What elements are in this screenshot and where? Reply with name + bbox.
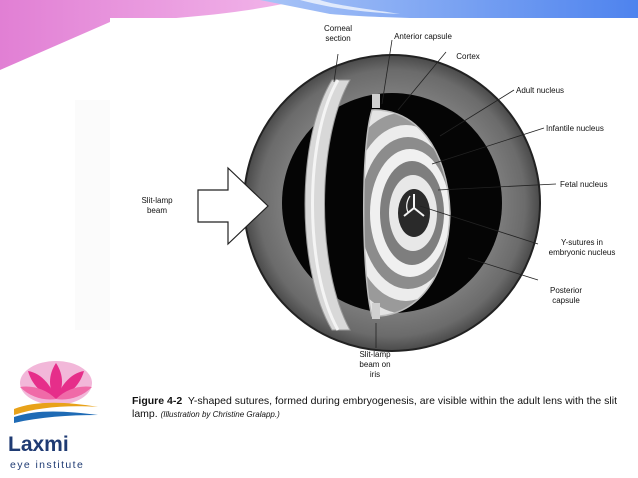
label-slit-lamp-beam: Slit-lamp beam xyxy=(141,196,173,215)
logo-tagline: eye institute xyxy=(10,459,85,471)
slide: Corneal section Anterior capsule Cortex … xyxy=(0,0,638,478)
figure-caption: Figure 4-2 Y-shaped sutures, formed duri… xyxy=(132,395,632,421)
label-fetal-nucleus: Fetal nucleus xyxy=(560,180,608,189)
label-slit-lamp-beam-on-iris: Slit-lamp beam on iris xyxy=(359,350,391,379)
label-anterior-capsule: Anterior capsule xyxy=(394,32,452,41)
wave-icon xyxy=(14,402,98,423)
figure-number: Figure 4-2 xyxy=(132,395,183,407)
label-y-sutures: Y-sutures in embryonic nucleus xyxy=(548,238,616,257)
laxmi-logo-icon xyxy=(14,361,98,423)
scan-artifact xyxy=(75,100,111,330)
label-corneal-section: Corneal section xyxy=(323,24,352,43)
label-posterior-capsule: Posterior capsule xyxy=(549,286,582,305)
lotus-icon xyxy=(20,361,92,405)
label-adult-nucleus: Adult nucleus xyxy=(516,86,565,95)
logo-name: Laxmi xyxy=(8,433,69,456)
label-cortex: Cortex xyxy=(456,52,480,61)
caption-credit: (Illustration by Christine Gralapp.) xyxy=(160,410,280,419)
lens-diagram xyxy=(197,39,557,352)
label-infantile-nucleus: Infantile nucleus xyxy=(546,124,604,133)
